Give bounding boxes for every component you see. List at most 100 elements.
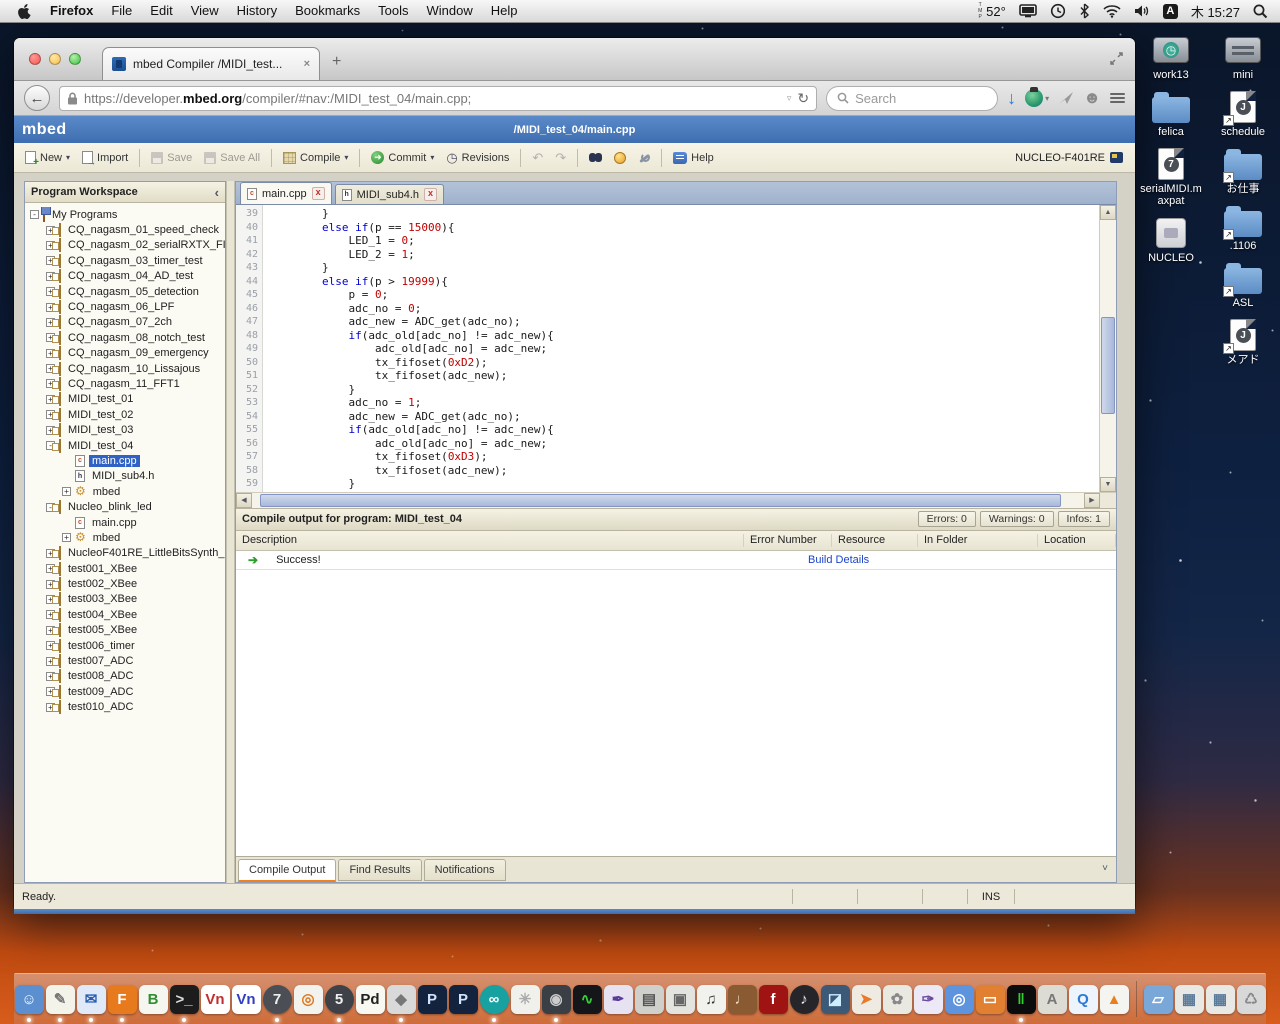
expand-icon[interactable]: +	[62, 487, 71, 497]
dock-icon-scanner-app[interactable]: ▤	[634, 984, 664, 1014]
time-machine-icon[interactable]	[1050, 3, 1066, 19]
tree-item-cq-nagasm-10-lissajous[interactable]: + CQ_nagasm_10_Lissajous	[25, 361, 225, 376]
undo-button[interactable]: ↶	[527, 148, 548, 167]
dock-icon-processing-b[interactable]: P	[448, 984, 478, 1014]
menu-item-tools[interactable]: Tools	[369, 0, 417, 22]
tree-item-main-cpp[interactable]: c main.cpp	[25, 515, 225, 530]
desktop-icon-asl[interactable]: ↗ ASL	[1211, 261, 1275, 309]
tree-item-midi-test-01[interactable]: + MIDI_test_01	[25, 392, 225, 407]
tree-item-midi-test-04[interactable]: - MIDI_test_04	[25, 438, 225, 453]
tree-item-test009-adc[interactable]: + test009_ADC	[25, 684, 225, 699]
menu-item-file[interactable]: File	[102, 0, 141, 22]
back-button[interactable]: ←	[24, 85, 50, 111]
desktop-icon-work13[interactable]: work13	[1139, 33, 1203, 81]
tree-item-main-cpp[interactable]: c main.cpp	[25, 453, 225, 468]
dock-icon-presenter-app[interactable]: ▭	[975, 984, 1005, 1014]
scroll-left-icon[interactable]: ◀	[236, 492, 252, 508]
dock-icon-cube-app[interactable]: ◆	[386, 984, 416, 1022]
compile-button[interactable]: Compile ▾	[278, 149, 353, 167]
dock-icon-quicktime[interactable]: Q	[1068, 984, 1098, 1014]
dock-icon-music-app[interactable]: ♪	[789, 984, 819, 1014]
dock-icon-white-star-app[interactable]: ✳	[510, 984, 540, 1014]
settings-button[interactable]	[633, 149, 655, 167]
collapse-sidebar-icon[interactable]: ‹	[215, 185, 219, 200]
errors-count-button[interactable]: Errors: 0	[917, 511, 976, 527]
column-header-resource[interactable]: Resource	[832, 533, 918, 547]
tree-item-test003-xbee[interactable]: + test003_XBee	[25, 592, 225, 607]
search-input[interactable]: Search	[826, 85, 999, 111]
menu-item-bookmarks[interactable]: Bookmarks	[286, 0, 369, 22]
desktop-icon-お仕事[interactable]: ↗ お仕事	[1211, 147, 1275, 195]
vscroll-thumb[interactable]	[1101, 317, 1115, 415]
tree-item-midi-test-02[interactable]: + MIDI_test_02	[25, 407, 225, 422]
menu-item-edit[interactable]: Edit	[141, 0, 181, 22]
dock-icon-flash[interactable]: f	[758, 984, 788, 1014]
new-button[interactable]: New▾	[20, 148, 75, 168]
save-all-button[interactable]: Save All	[199, 149, 265, 167]
menu-item-firefox[interactable]: Firefox	[41, 0, 102, 22]
import-button[interactable]: Import	[77, 148, 133, 167]
tree-item-test007-adc[interactable]: + test007_ADC	[25, 653, 225, 669]
desktop-icon-メアド[interactable]: J ↗ メアド	[1211, 318, 1275, 366]
scroll-right-icon[interactable]: ▶	[1084, 492, 1100, 508]
display-icon[interactable]	[1019, 4, 1037, 18]
spotlight-icon[interactable]	[1253, 4, 1268, 19]
fullscreen-icon[interactable]	[1110, 52, 1123, 65]
desktop-icon-serialmidi-maxpat[interactable]: 7 serialMIDI.maxpat	[1139, 147, 1203, 207]
dock-icon-spectrum-app[interactable]: ‖	[1006, 984, 1036, 1022]
feedback-smiley-icon[interactable]: ☻	[1083, 88, 1101, 108]
save-button[interactable]: Save	[146, 149, 197, 167]
editor-tab-main-cpp[interactable]: c main.cpp x	[240, 182, 332, 204]
column-header-in-folder[interactable]: In Folder	[918, 533, 1038, 547]
dock-icon-arduino[interactable]: ∞	[479, 984, 509, 1022]
tree-item-cq-nagasm-07-2ch[interactable]: + CQ_nagasm_07_2ch	[25, 315, 225, 330]
reload-icon[interactable]: ↻	[797, 90, 809, 107]
panel-splitter[interactable]	[226, 181, 235, 883]
find-button[interactable]	[584, 150, 607, 165]
wifi-icon[interactable]	[1103, 4, 1121, 18]
infos-count-button[interactable]: Infos: 1	[1057, 511, 1110, 527]
tree-item-test004-xbee[interactable]: + test004_XBee	[25, 607, 225, 622]
minimize-window-button[interactable]	[49, 53, 61, 65]
panel-tab-compile-output[interactable]: Compile Output	[238, 859, 337, 882]
close-tab-icon[interactable]: x	[424, 188, 438, 201]
new-tab-button[interactable]: +	[332, 54, 341, 70]
tree-item-cq-nagasm-06-lpf[interactable]: + CQ_nagasm_06_LPF	[25, 299, 225, 315]
tree-item-test006-timer[interactable]: + test006_timer	[25, 638, 225, 653]
dock-icon-audio-midi-setup[interactable]: ♫	[696, 984, 726, 1014]
table-row[interactable]: ➔ Success! Build Details	[236, 550, 1116, 570]
browser-tab[interactable]: mbed Compiler /MIDI_test... ×	[102, 47, 320, 80]
close-tab-icon[interactable]: x	[311, 187, 325, 200]
column-header-error-number[interactable]: Error Number	[744, 533, 832, 547]
menu-item-history[interactable]: History	[228, 0, 286, 22]
desktop-icon-mini[interactable]: mini	[1211, 33, 1275, 81]
tree-item-cq-nagasm-09-emergency[interactable]: + CQ_nagasm_09_emergency	[25, 346, 225, 361]
tree-item-midi-test-03[interactable]: + MIDI_test_03	[25, 422, 225, 438]
dock-icon-vnc-viewer-b[interactable]: Vn	[231, 984, 261, 1014]
code-pane[interactable]: } else if(p == 15000){ LED_1 = 0; LED_2 …	[263, 205, 1099, 492]
dock-icon-letter-b-app[interactable]: B	[138, 984, 168, 1014]
code-editor[interactable]: 39 40 41 42 43 44 45 46 47 48 49 50 51 52 53 54 55 56 57 58…	[236, 205, 1116, 678]
tree-item-cq-nagasm-11-fft1[interactable]: + CQ_nagasm_11_FFT1	[25, 376, 225, 391]
build-details-link[interactable]: Build Details	[802, 554, 875, 566]
revisions-button[interactable]: ◷ Revisions	[441, 148, 514, 167]
hscroll-thumb[interactable]	[260, 493, 1062, 507]
warnings-count-button[interactable]: Warnings: 0	[979, 511, 1054, 527]
tree-item-nucleo-blink-led[interactable]: - Nucleo_blink_led	[25, 499, 225, 515]
dock-icon-brush-app[interactable]: ✑	[913, 984, 943, 1014]
tree-item-test008-adc[interactable]: + test008_ADC	[25, 669, 225, 684]
dock-icon-pure-data[interactable]: Pd	[355, 984, 385, 1014]
dock-icon-max5[interactable]: 5	[324, 984, 354, 1022]
horizontal-scrollbar[interactable]: ◀ ▶	[236, 491, 1116, 508]
url-dropdown-icon[interactable]: ▿	[787, 93, 792, 104]
titlebar[interactable]: mbed Compiler /MIDI_test... × +	[14, 38, 1135, 81]
tree-item-nucleof401re-littlebitssynth-cor[interactable]: + NucleoF401RE_LittleBitsSynth_cor	[25, 546, 225, 561]
dock-icon-garageband[interactable]: ♩	[727, 984, 757, 1014]
dock-icon-terminal[interactable]: >_	[169, 984, 199, 1022]
tree-item-cq-nagasm-04-ad-test[interactable]: + CQ_nagasm_04_AD_test	[25, 269, 225, 284]
dock-icon-window-stack-a[interactable]: ▦	[1174, 984, 1204, 1014]
dock-icon-documents-folder[interactable]: ▱	[1143, 984, 1173, 1014]
tree-item-cq-nagasm-03-timer-test[interactable]: + CQ_nagasm_03_timer_test	[25, 253, 225, 268]
tree-item-cq-nagasm-08-notch-test[interactable]: + CQ_nagasm_08_notch_test	[25, 330, 225, 345]
desktop-icon-schedule[interactable]: J ↗ schedule	[1211, 90, 1275, 138]
